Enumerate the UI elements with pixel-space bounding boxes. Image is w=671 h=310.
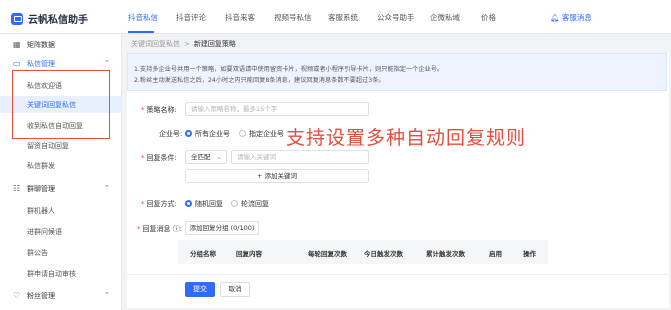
radio-selected-icon bbox=[185, 200, 192, 207]
message-icon: ▭ bbox=[13, 59, 21, 68]
radio-icon bbox=[239, 130, 246, 137]
info-line-1: 1.支持多企业号共用一个策略，如要双语请中使用留资卡片，视频或者小程序引导卡片，… bbox=[134, 66, 444, 73]
app-logo[interactable]: 云帆私信助手 bbox=[11, 11, 88, 26]
sidebar-group-fans-manage[interactable]: ♡ 粉丝管理 ⌃ bbox=[0, 291, 122, 303]
annotation-highlight-box bbox=[12, 70, 110, 139]
radio-selected-icon bbox=[185, 130, 192, 137]
submit-button[interactable]: 提交 bbox=[185, 282, 215, 297]
info-icon: ⓘ: bbox=[170, 225, 183, 233]
sidebar-item-group-notice[interactable]: 群公告 bbox=[0, 248, 122, 260]
sidebar-item-group-bot[interactable]: 群机器人 bbox=[0, 206, 122, 218]
grid-icon: ▦ bbox=[13, 40, 21, 49]
condition-label: * 回复条件: bbox=[141, 154, 177, 162]
enterprise-specific-radio[interactable]: 指定企业号 bbox=[239, 129, 284, 139]
sidebar-item-dm-broadcast[interactable]: 私信群发 bbox=[0, 161, 122, 173]
col-actions: 操作 bbox=[523, 250, 536, 258]
nav-tab-douyin-laike[interactable]: 抖音来客 bbox=[225, 12, 255, 23]
col-reply-content: 回复内容 bbox=[236, 250, 262, 258]
reply-mode-label: * 回复方式: bbox=[141, 200, 177, 208]
add-reply-group-button[interactable]: 添加回复分组 (0/100) bbox=[185, 221, 259, 235]
top-navigation-bar: 云帆私信助手 抖音私信 抖音评论 抖音来客 视频号私信 客服系统 公众号助手 企… bbox=[0, 0, 671, 34]
col-total-count: 累计触发次数 bbox=[426, 250, 465, 258]
nav-tab-video-dm[interactable]: 视频号私信 bbox=[274, 12, 312, 23]
footer-divider bbox=[127, 274, 669, 275]
sidebar: ▦ 矩阵数据 ▭ 私信管理 ⌃ 私信欢迎语 关键词回复私信 收到私信自动回复 留… bbox=[0, 34, 122, 310]
group-chat-icon: ☷ bbox=[13, 184, 21, 193]
add-keyword-button[interactable]: + 添加关键词 bbox=[185, 169, 369, 183]
mode-rotate-radio[interactable]: 轮流回复 bbox=[231, 199, 269, 209]
chevron-up-icon: ⌃ bbox=[104, 291, 110, 299]
col-round-count: 每轮回复次数 bbox=[308, 250, 347, 258]
breadcrumb: 关键词回复私信 > 新建回复策略 bbox=[131, 39, 236, 49]
col-enabled: 启用 bbox=[489, 250, 502, 258]
cancel-button[interactable]: 取消 bbox=[220, 282, 250, 297]
sidebar-item-group-greeting[interactable]: 进群问候语 bbox=[0, 227, 122, 239]
sidebar-item-account-data[interactable]: ▦ 矩阵数据 bbox=[0, 40, 122, 52]
chevron-up-icon: ⌃ bbox=[104, 184, 110, 192]
breadcrumb-parent[interactable]: 关键词回复私信 bbox=[131, 40, 180, 48]
match-type-select[interactable]: 全匹配 ⌄ bbox=[185, 150, 227, 164]
enterprise-all-radio[interactable]: 所有企业号 bbox=[185, 129, 230, 139]
app-title: 云帆私信助手 bbox=[28, 15, 88, 26]
sidebar-group-group-manage[interactable]: ☷ 群聊管理 ⌃ bbox=[0, 184, 122, 196]
active-tab-indicator bbox=[128, 31, 154, 33]
reply-table-header: 分组名称 回复内容 每轮回复次数 今日触发次数 累计触发次数 启用 操作 bbox=[178, 240, 548, 264]
bell-icon: 🔔︎ bbox=[550, 13, 562, 22]
col-group-name: 分组名称 bbox=[190, 250, 216, 258]
breadcrumb-separator: > bbox=[184, 40, 190, 48]
info-line-2: 2.粉丝主动发送私信之后，24小时之内只能回复8条消息，建议回复消息条数不要超过… bbox=[134, 77, 385, 84]
main-content: 关键词回复私信 > 新建回复策略 1.支持多企业号共用一个策略，如要双语请中使用留资… bbox=[122, 34, 671, 310]
chevron-up-icon: ⌃ bbox=[104, 59, 110, 67]
nav-tab-douyin-dm[interactable]: 抖音私信 bbox=[128, 12, 158, 23]
info-notice: 1.支持多企业号共用一个策略，如要双语请中使用留资卡片，视频或者小程序引导卡片，… bbox=[127, 53, 667, 91]
annotation-overlay-text: 支持设置多种自动回复规则 bbox=[286, 127, 527, 149]
col-today-count: 今日触发次数 bbox=[364, 250, 403, 258]
reply-message-label: * 回复消息 ⓘ: bbox=[137, 225, 183, 233]
breadcrumb-current: 新建回复策略 bbox=[193, 40, 236, 48]
keyword-input[interactable]: 请输入关键词 bbox=[231, 150, 369, 164]
heart-icon: ♡ bbox=[13, 291, 21, 300]
app-logo-icon bbox=[11, 12, 23, 25]
chevron-down-icon: ⌄ bbox=[216, 153, 222, 161]
sidebar-item-lead-reply[interactable]: 留资自动回复 bbox=[0, 141, 122, 153]
enterprise-label: 企业号: bbox=[159, 130, 183, 138]
mode-random-radio[interactable]: 随机回复 bbox=[185, 199, 223, 209]
nav-tab-wecom[interactable]: 企微私域 bbox=[430, 12, 460, 23]
radio-icon bbox=[231, 200, 238, 207]
nav-tab-price[interactable]: 价格 bbox=[481, 12, 496, 23]
form-panel: 1.支持多企业号共用一个策略，如要双语请中使用留资卡片，视频或者小程序引导卡片，… bbox=[127, 53, 669, 308]
nav-tab-official-account[interactable]: 公众号助手 bbox=[377, 12, 415, 23]
notice-link[interactable]: 🔔︎ 客服消息 bbox=[550, 12, 592, 23]
nav-tab-customer-service[interactable]: 客服系统 bbox=[328, 12, 358, 23]
strategy-name-label: * 策略名称: bbox=[141, 106, 177, 114]
strategy-name-input[interactable]: 请输入策略名称，最多15个字 bbox=[185, 102, 369, 116]
nav-tab-douyin-comment[interactable]: 抖音评论 bbox=[176, 12, 206, 23]
sidebar-item-group-approval[interactable]: 群申请自动审核 bbox=[0, 269, 122, 281]
